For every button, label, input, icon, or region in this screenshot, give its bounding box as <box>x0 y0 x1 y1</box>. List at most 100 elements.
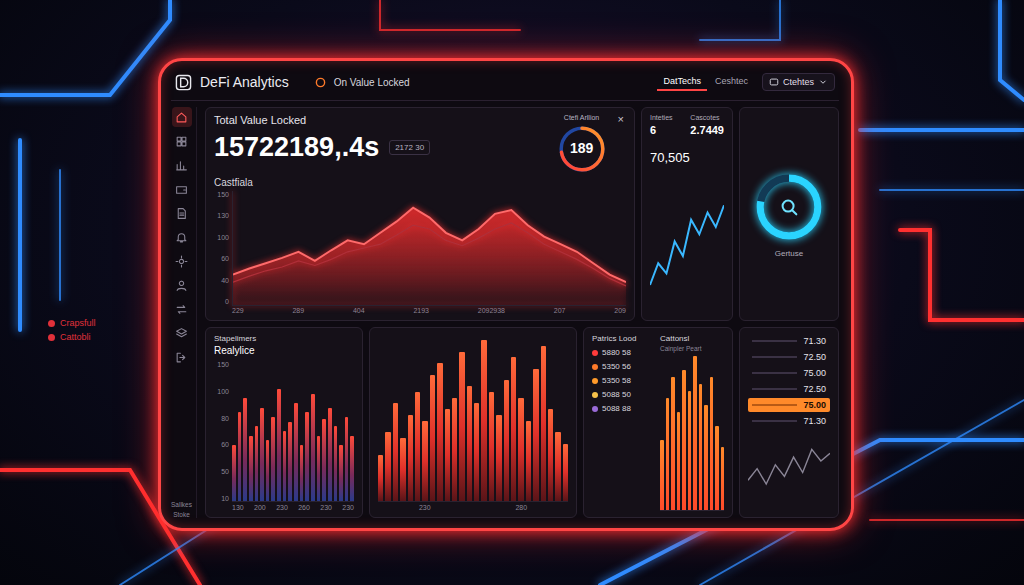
sidebar-item[interactable] <box>172 251 192 271</box>
nav-icon <box>175 303 188 316</box>
table-row[interactable]: 71.30 <box>748 414 830 428</box>
bar-chart <box>660 356 724 511</box>
row-bar <box>752 388 797 390</box>
x-tick: 2092938 <box>478 307 505 314</box>
sidebar-item[interactable] <box>172 227 192 247</box>
x-tick: 2193 <box>413 307 429 314</box>
bar-chart <box>378 340 568 502</box>
dropdown[interactable]: Ctehtes <box>762 73 835 91</box>
bar <box>350 436 354 501</box>
x-tick: 200 <box>254 504 266 511</box>
bar <box>481 340 486 501</box>
nav-icon <box>175 255 188 268</box>
nav-icon <box>175 231 188 244</box>
tab[interactable]: Ceshtec <box>709 73 754 91</box>
row-value: 75.00 <box>803 368 826 378</box>
gauge: Ctefi Arllion189 <box>556 114 608 175</box>
logo-icon <box>175 74 192 91</box>
bar <box>666 398 670 510</box>
x-axis: 22928940421932092938207209 <box>232 307 626 314</box>
pool-item[interactable]: 5088 50 <box>592 390 654 399</box>
bar-chart-card: StapelimersRealylice15010080605010130200… <box>205 327 363 518</box>
table-row[interactable]: 75.00 <box>748 366 830 380</box>
row-value: 72.50 <box>803 352 826 362</box>
row-value: 72.50 <box>803 384 826 394</box>
sidebar-label[interactable]: Stoke <box>173 511 190 518</box>
sidebar-item[interactable] <box>172 155 192 175</box>
card-subtitle: Realylice <box>214 345 354 356</box>
bar <box>511 357 516 501</box>
series-line <box>233 208 626 282</box>
sidebar-item[interactable] <box>172 299 192 319</box>
bar <box>260 408 264 501</box>
status-dot <box>48 320 55 327</box>
pool-item[interactable]: 5350 58 <box>592 376 654 385</box>
range-field[interactable]: 2172 30 <box>389 140 430 155</box>
row-bar <box>752 404 797 406</box>
stats-card: Inteties6Cascotes2.744970,505 <box>641 107 733 321</box>
pool-item[interactable]: 5350 56 <box>592 362 654 371</box>
y-axis: 15010080605010 <box>214 361 229 502</box>
sidebar-item[interactable] <box>172 347 192 367</box>
tab[interactable]: DatTechs <box>657 73 707 91</box>
y-tick: 60 <box>214 255 229 262</box>
x-tick: 207 <box>554 307 566 314</box>
table-row[interactable]: 75.00 <box>748 398 830 412</box>
bar <box>704 405 708 510</box>
nav-icon <box>175 327 188 340</box>
bar <box>415 392 420 501</box>
bar <box>243 398 247 501</box>
pool-item[interactable]: 5880 58 <box>592 348 654 357</box>
dashboard: Total Value Locked15722189,.4s2172 30Cte… <box>205 107 839 518</box>
bar <box>489 392 494 501</box>
bar <box>496 415 501 501</box>
sidebar-item[interactable] <box>172 203 192 223</box>
x-axis: 230280 <box>378 504 568 511</box>
x-tick: 230 <box>342 504 354 511</box>
bar <box>255 426 259 501</box>
sidebar-item[interactable] <box>172 131 192 151</box>
bar <box>271 417 275 501</box>
bar <box>459 352 464 501</box>
sidebar-footer: Sallkes Stoke <box>171 501 192 518</box>
sidebar-item[interactable] <box>172 323 192 343</box>
pool-value: 5350 58 <box>602 376 631 385</box>
table-row[interactable]: 71.30 <box>748 334 830 348</box>
stat-reading: 70,505 <box>650 150 724 165</box>
sidebar-item[interactable] <box>172 179 192 199</box>
donut-card: Gertuse <box>739 107 839 321</box>
gauge-value: 189 <box>556 140 608 156</box>
list-title: Patrics Lood <box>592 334 654 343</box>
status-dot <box>592 378 598 384</box>
bar <box>548 409 553 501</box>
table-row[interactable]: 72.50 <box>748 350 830 364</box>
sidebar-item[interactable] <box>172 107 192 127</box>
x-tick: 209 <box>614 307 626 314</box>
bar <box>311 394 315 501</box>
x-tick: 230 <box>276 504 288 511</box>
y-tick: 40 <box>214 277 229 284</box>
bar <box>249 436 253 501</box>
header: DeFi AnalyticsOn Value LockedDatTechsCes… <box>171 69 839 101</box>
bar <box>671 377 675 510</box>
sidebar-item[interactable] <box>172 275 192 295</box>
stat-value: 6 <box>650 124 673 136</box>
bar <box>445 409 450 501</box>
bar <box>437 363 442 501</box>
bar <box>334 426 338 501</box>
sidebar-label[interactable]: Sallkes <box>171 501 192 508</box>
stat: Inteties 6 <box>650 114 673 136</box>
pool-item[interactable]: 5088 88 <box>592 404 654 413</box>
close-button[interactable]: × <box>616 114 626 125</box>
table-row[interactable]: 72.50 <box>748 382 830 396</box>
stat-label: Inteties <box>650 114 673 121</box>
y-tick: 150 <box>214 361 229 368</box>
pool-card: Patrics Lood 5880 58 5350 56 5350 58 5088 50… <box>583 327 733 518</box>
bar <box>541 346 546 501</box>
line-chart <box>232 191 626 306</box>
bar <box>430 375 435 502</box>
bar <box>563 444 568 502</box>
bar <box>317 436 321 501</box>
card-title: Total Value Locked <box>214 114 548 126</box>
bar <box>328 408 332 501</box>
